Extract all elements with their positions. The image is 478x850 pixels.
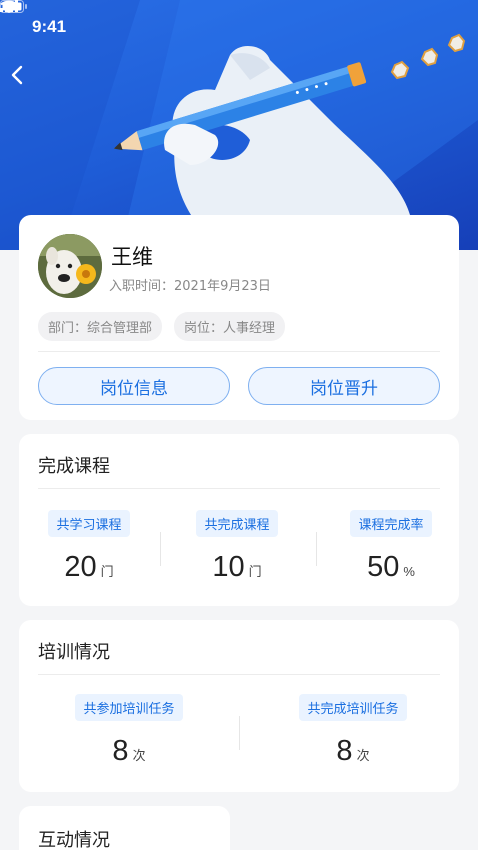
divider: [38, 351, 440, 352]
stat-label: 共完成课程: [196, 510, 278, 537]
user-name: 王维: [111, 245, 153, 269]
chevron-left-icon: [11, 65, 23, 85]
stat-training-completed: 共完成培训任务 8次: [263, 694, 443, 768]
stat-value: 8: [336, 735, 353, 767]
training-title: 培训情况: [38, 642, 110, 663]
position-promotion-button[interactable]: 岗位晋升: [248, 367, 440, 405]
profile-card: 王维 入职时间：2021年9月23日 部门：综合管理部 岗位：人事经理 岗位信息…: [19, 215, 459, 420]
training-card: 培训情况 共参加培训任务 8次 共完成培训任务 8次: [19, 620, 459, 792]
battery-icon: [0, 0, 27, 13]
stat-unit: 次: [132, 748, 146, 763]
courses-title: 完成课程: [38, 456, 110, 477]
status-time: 9:41: [32, 17, 67, 36]
profile-actions: 岗位信息 岗位晋升: [38, 367, 440, 405]
join-date: 入职时间：2021年9月23日: [109, 279, 271, 294]
divider: [38, 674, 440, 675]
stat-training-joined: 共参加培训任务 8次: [39, 694, 219, 768]
stat-label: 共学习课程: [48, 510, 130, 537]
stat-value: 10: [212, 551, 245, 583]
stat-unit: 门: [248, 564, 262, 579]
vertical-divider: [160, 532, 161, 566]
position-info-button[interactable]: 岗位信息: [38, 367, 230, 405]
stat-label: 共参加培训任务: [75, 694, 183, 721]
stat-unit: 次: [356, 748, 370, 763]
avatar: [38, 234, 102, 298]
status-bar: 9:41: [0, 0, 478, 54]
stat-value: 50: [367, 551, 400, 583]
courses-card: 完成课程 共学习课程 20 门 共完成课程 10 门 课程完成率 50%: [19, 434, 459, 606]
stat-total-courses: 共学习课程 20 门: [19, 510, 159, 584]
stat-label: 共完成培训任务: [299, 694, 407, 721]
divider: [38, 488, 440, 489]
interaction-title: 互动情况: [38, 830, 110, 850]
stat-unit: 门: [100, 564, 114, 579]
interaction-card: 互动情况: [19, 806, 230, 850]
stat-label: 课程完成率: [350, 510, 432, 537]
department-tag: 部门：综合管理部: [38, 312, 163, 341]
stat-completion-rate: 课程完成率 50%: [321, 510, 461, 584]
header-banner: 9:41: [0, 0, 478, 250]
vertical-divider: [316, 532, 317, 566]
back-button[interactable]: [10, 64, 46, 100]
stat-completed-courses: 共完成课程 10 门: [167, 510, 307, 584]
profile-tags: 部门：综合管理部 岗位：人事经理: [38, 312, 286, 341]
position-tag: 岗位：人事经理: [174, 312, 286, 341]
stat-value: 8: [112, 735, 129, 767]
stat-unit: %: [403, 564, 415, 579]
stat-value: 20: [64, 551, 97, 583]
vertical-divider: [239, 716, 240, 750]
